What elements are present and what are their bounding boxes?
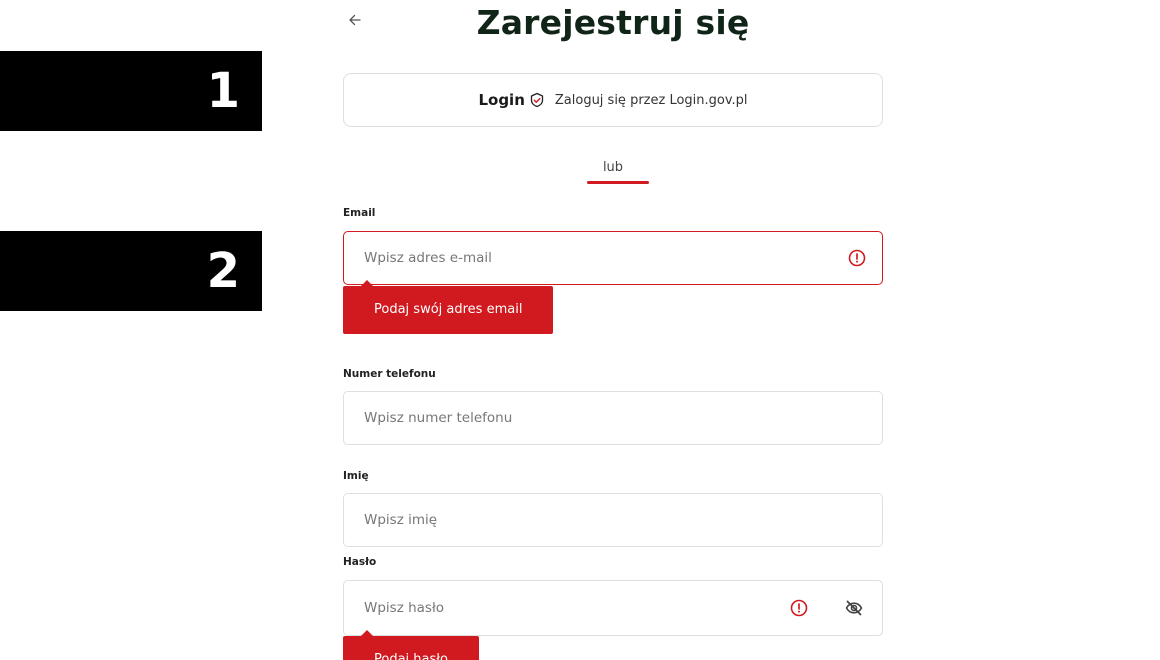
arrow-left-icon [349, 14, 361, 26]
or-divider-underline [587, 181, 649, 184]
email-error-tooltip: Podaj swój adres email [343, 280, 554, 334]
name-input[interactable] [344, 494, 882, 546]
login-gov-button[interactable]: Login Zaloguj się przez Login.gov.pl [343, 73, 883, 127]
step-marker-2: 2 [0, 231, 262, 311]
name-field-wrapper [343, 493, 883, 547]
eye-off-icon[interactable] [844, 598, 864, 618]
step-marker-1: 1 [0, 51, 262, 131]
name-label: Imię [343, 470, 369, 482]
login-gov-shield-icon [530, 92, 544, 108]
email-label: Email [343, 207, 376, 219]
alert-circle-icon [848, 249, 866, 267]
alert-circle-icon [790, 599, 808, 617]
phone-label: Numer telefonu [343, 368, 436, 380]
password-field-wrapper [343, 580, 883, 636]
password-error-tooltip: Podaj hasło [343, 630, 479, 660]
back-button[interactable] [343, 8, 367, 32]
phone-field-wrapper [343, 391, 883, 445]
phone-input[interactable] [344, 392, 882, 444]
login-gov-logo-text: Login [478, 91, 525, 109]
login-gov-label: Zaloguj się przez Login.gov.pl [554, 92, 748, 108]
password-label: Hasło [343, 556, 377, 568]
register-page: 1 2 Zarejestruj się Login Zaloguj się pr… [0, 0, 1160, 660]
or-divider-label: lub [602, 160, 624, 175]
email-input[interactable] [344, 232, 882, 284]
page-title: Zarejestruj się [476, 3, 750, 42]
email-field-wrapper [343, 231, 883, 285]
login-gov-logo: Login [478, 91, 544, 109]
